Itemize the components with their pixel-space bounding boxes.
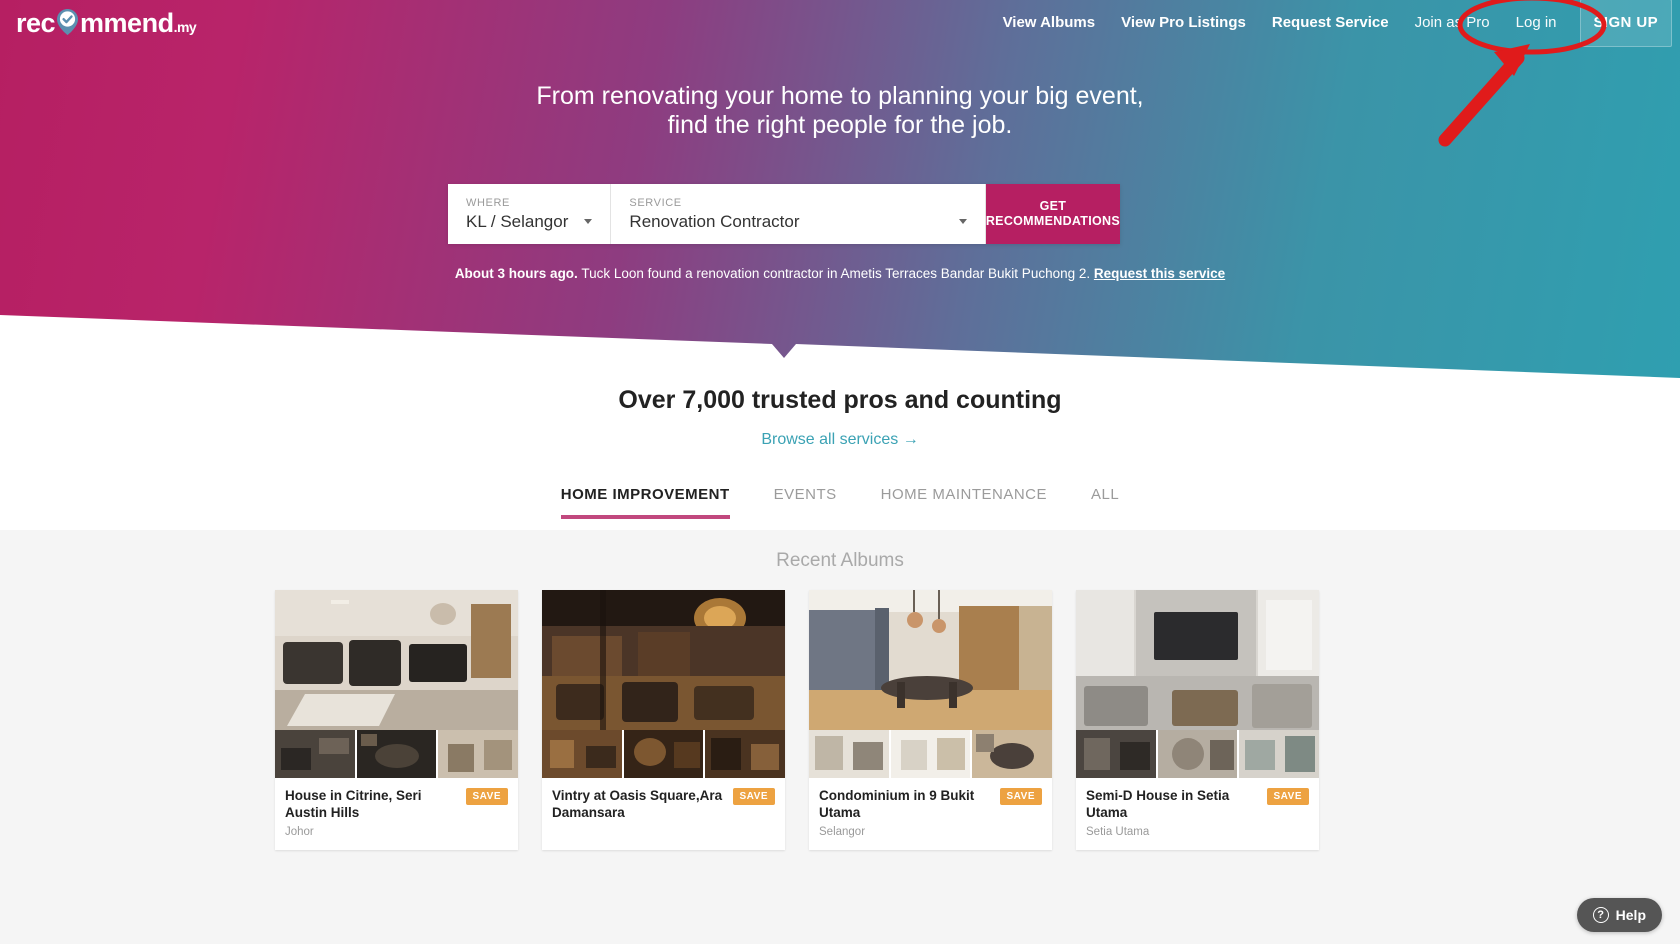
logo-text-before: rec: [16, 7, 56, 38]
nav-item-request-service[interactable]: Request Service: [1259, 0, 1402, 46]
album-card-body: Condominium in 9 Bukit Utama SAVE Selang…: [809, 778, 1052, 850]
ticker-time: About 3 hours ago.: [454, 266, 578, 281]
album-thumbnail[interactable]: [356, 730, 439, 778]
album-location: Selangor: [819, 826, 866, 838]
album-title: Condominium in 9 Bukit Utama: [819, 788, 975, 820]
tab-home-maintenance[interactable]: HOME MAINTENANCE: [859, 486, 1069, 519]
help-widget-button[interactable]: ? Help: [1576, 898, 1662, 932]
page-root: rec mmend .my View Albums View Pro Listi…: [0, 0, 1680, 944]
album-thumbnail-strip: [809, 730, 1053, 778]
question-mark-circle-icon: ?: [1592, 907, 1609, 923]
nav-item-view-albums[interactable]: View Albums: [990, 0, 1109, 46]
album-location: Setia Utama: [1086, 826, 1150, 838]
tab-home-improvement[interactable]: HOME IMPROVEMENT: [539, 486, 752, 519]
album-card-list: House in Citrine, Seri Austin Hills SAVE…: [275, 590, 1320, 850]
album-card-body: House in Citrine, Seri Austin Hills SAVE…: [275, 778, 518, 850]
nav-item-view-pro-listings[interactable]: View Pro Listings: [1108, 0, 1259, 46]
top-navigation-bar: rec mmend .my View Albums View Pro Listi…: [0, 0, 1680, 47]
sign-up-button[interactable]: SIGN UP: [1579, 0, 1672, 47]
album-thumbnail[interactable]: [275, 730, 357, 778]
help-widget-label: Help: [1615, 907, 1646, 923]
album-title: Semi-D House in Setia Utama: [1086, 788, 1230, 820]
album-thumbnail[interactable]: [1076, 730, 1158, 778]
service-select[interactable]: SERVICE Renovation Contractor: [611, 184, 986, 244]
album-cover-image: [275, 590, 518, 730]
activity-ticker: About 3 hours ago. Tuck Loon found a ren…: [0, 266, 1680, 281]
album-card[interactable]: Condominium in 9 Bukit Utama SAVE Selang…: [809, 590, 1053, 850]
chevron-down-icon: [958, 219, 967, 224]
album-thumbnail[interactable]: [972, 730, 1053, 778]
get-recommendations-button[interactable]: GET RECOMMENDATIONS: [985, 184, 1120, 244]
album-cover-image: [809, 590, 1052, 730]
hero-headline-line-2: find the right people for the job.: [667, 111, 1013, 139]
album-thumbnail-strip: [542, 730, 786, 778]
save-button[interactable]: SAVE: [465, 788, 508, 805]
trust-headline: Over 7,000 trusted pros and counting: [618, 386, 1062, 414]
album-card[interactable]: Vintry at Oasis Square,Ara Damansara SAV…: [542, 590, 786, 850]
album-title: House in Citrine, Seri Austin Hills: [285, 788, 422, 820]
nav-item-log-in[interactable]: Log in: [1503, 0, 1570, 46]
save-button[interactable]: SAVE: [1266, 788, 1309, 805]
album-thumbnail[interactable]: [623, 730, 706, 778]
browse-all-services-link[interactable]: Browse all services →: [761, 431, 918, 449]
ticker-text: Tuck Loon found a renovation contractor …: [577, 266, 1094, 281]
album-thumbnail[interactable]: [809, 730, 891, 778]
logo-wordmark: rec mmend .my: [16, 6, 197, 39]
album-title: Vintry at Oasis Square,Ara Damansara: [552, 788, 723, 820]
hero-headline-line-1: From renovating your home to planning yo…: [536, 82, 1144, 110]
hero-bottom-wedge: [0, 315, 1680, 400]
category-tabs: HOME IMPROVEMENT EVENTS HOME MAINTENANCE…: [0, 486, 1680, 519]
album-thumbnail-strip: [275, 730, 519, 778]
logo-text-after: mmend: [80, 7, 174, 38]
service-label: SERVICE: [629, 196, 682, 209]
album-card[interactable]: Semi-D House in Setia Utama SAVE Setia U…: [1076, 590, 1320, 850]
get-recommendations-label-line1: GET: [1039, 199, 1067, 213]
recent-albums-section: Recent Albums House in Citrine, Seri Aus…: [0, 530, 1680, 944]
hero-banner: rec mmend .my View Albums View Pro Listi…: [0, 0, 1680, 400]
tab-all[interactable]: ALL: [1069, 486, 1141, 519]
album-cover-image: [1076, 590, 1319, 730]
album-cover-image: [542, 590, 785, 730]
album-thumbnail-strip: [1076, 730, 1320, 778]
album-card[interactable]: House in Citrine, Seri Austin Hills SAVE…: [275, 590, 519, 850]
album-card-body: Vintry at Oasis Square,Ara Damansara SAV…: [542, 778, 785, 838]
service-search-bar: WHERE KL / Selangor SERVICE Renovation C…: [448, 184, 1120, 244]
where-value: KL / Selangor: [466, 211, 569, 231]
get-recommendations-label-line2: RECOMMENDATIONS: [985, 214, 1120, 228]
ticker-request-service-link[interactable]: Request this service: [1094, 266, 1225, 281]
logo-suffix: .my: [173, 18, 197, 35]
album-card-body: Semi-D House in Setia Utama SAVE Setia U…: [1076, 778, 1319, 850]
location-pin-check-icon: [56, 8, 79, 35]
save-button[interactable]: SAVE: [999, 788, 1042, 805]
album-thumbnail[interactable]: [542, 730, 624, 778]
hero-headline: From renovating your home to planning yo…: [0, 82, 1680, 140]
album-thumbnail[interactable]: [438, 730, 519, 778]
save-button[interactable]: SAVE: [732, 788, 775, 805]
nav-item-join-as-pro[interactable]: Join as Pro: [1402, 0, 1503, 46]
site-logo[interactable]: rec mmend .my: [16, 5, 197, 39]
trust-section: Over 7,000 trusted pros and counting Bro…: [0, 386, 1680, 449]
album-thumbnail[interactable]: [890, 730, 973, 778]
chevron-down-icon: [584, 219, 593, 224]
where-select[interactable]: WHERE KL / Selangor: [448, 184, 612, 244]
album-thumbnail[interactable]: [1239, 730, 1320, 778]
nav-links: View Albums View Pro Listings Request Se…: [990, 0, 1680, 47]
where-label: WHERE: [466, 196, 510, 209]
service-value: Renovation Contractor: [629, 211, 800, 231]
recent-albums-heading: Recent Albums: [776, 550, 904, 571]
album-thumbnail[interactable]: [705, 730, 786, 778]
album-location: Johor: [285, 826, 314, 838]
album-thumbnail[interactable]: [1157, 730, 1240, 778]
tab-events[interactable]: EVENTS: [752, 486, 859, 519]
